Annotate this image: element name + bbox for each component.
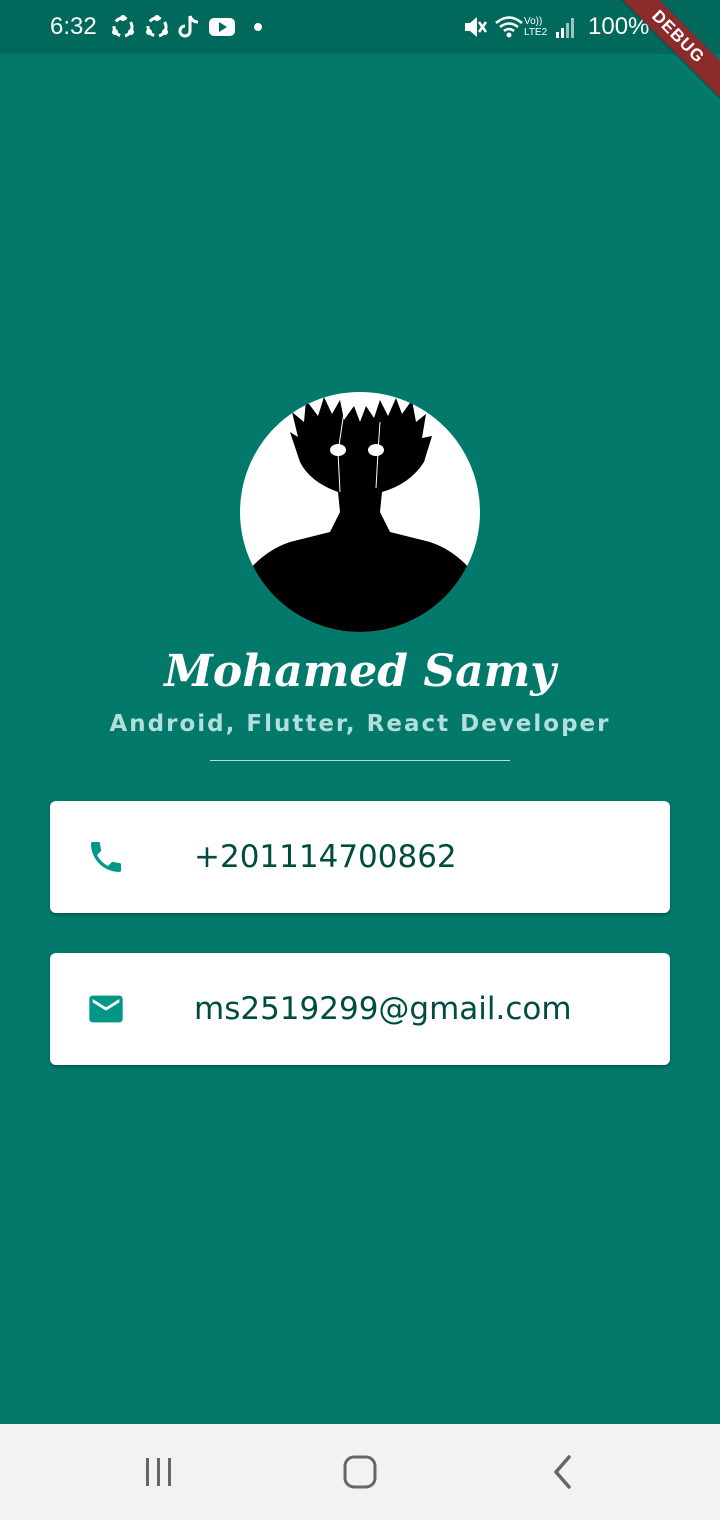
email-icon [89,995,123,1023]
home-icon[interactable] [330,1452,390,1492]
email-card[interactable]: ms2519299@gmail.com [50,953,670,1065]
network-label: Vo)) LTE2 [524,16,548,38]
status-time: 6:32 [50,13,97,40]
tiktok-icon [178,15,199,38]
profile-title: Android, Flutter, React Developer [109,711,611,737]
divider [210,760,510,761]
recent-apps-icon[interactable] [129,1452,189,1492]
phone-icon [91,842,121,872]
dot-icon [254,23,262,31]
status-bar: 6:32 Vo)) LTE2 100% [0,0,720,54]
wifi-icon [495,16,523,38]
back-icon[interactable] [532,1452,592,1492]
avatar-silhouette [240,397,480,632]
sync-icon [112,15,134,38]
sync-icon [146,15,168,38]
navigation-bar [0,1424,720,1520]
mute-icon [465,17,488,37]
email-address: ms2519299@gmail.com [194,991,572,1027]
youtube-icon [209,18,235,36]
profile-name: Mohamed Samy [164,646,556,697]
signal-icon [556,18,574,38]
avatar [240,392,480,632]
phone-number: +201114700862 [194,839,457,875]
phone-card[interactable]: +201114700862 [50,801,670,913]
